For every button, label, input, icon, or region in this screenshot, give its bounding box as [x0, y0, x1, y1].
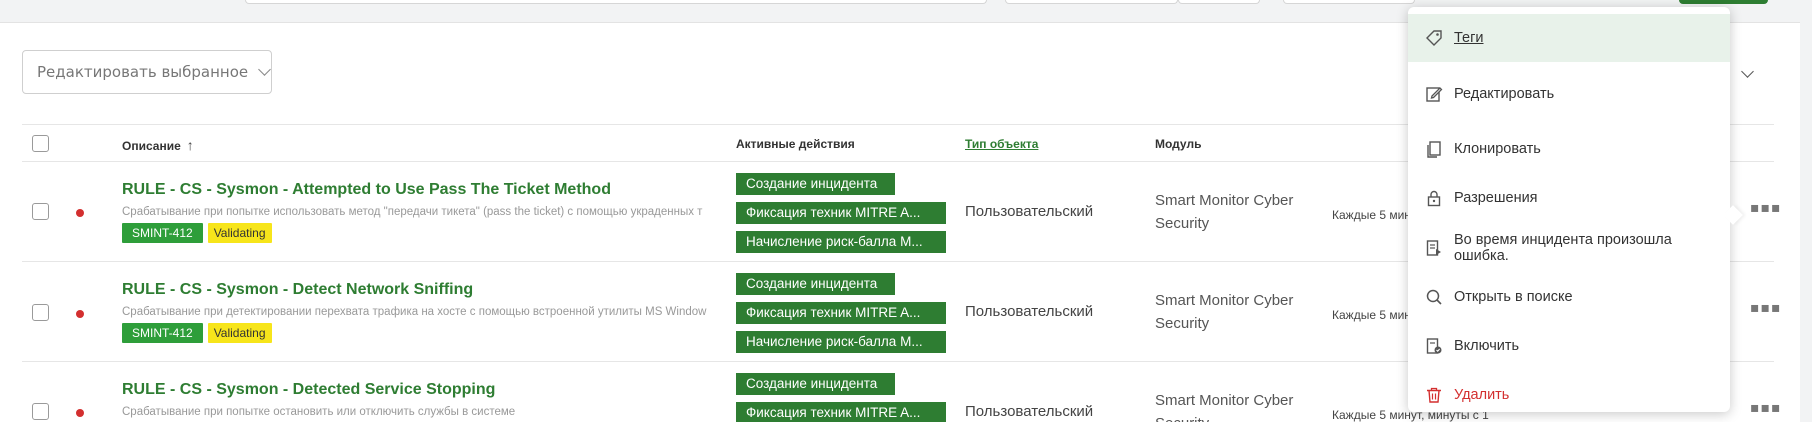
status-dot — [76, 310, 84, 318]
tag-icon — [1424, 28, 1444, 48]
action-badge: Начисление риск-балла M... — [736, 231, 946, 253]
menu-item-label: Разрешения — [1454, 190, 1538, 206]
rule-title[interactable]: RULE - CS - Sysmon - Attempted to Use Pa… — [122, 181, 611, 199]
rule-title[interactable]: RULE - CS - Sysmon - Detected Service St… — [122, 381, 495, 399]
search-icon — [1424, 287, 1444, 307]
menu-item-clone[interactable]: Клонировать — [1408, 125, 1730, 173]
rule-description: Срабатывание при попытке использовать ме… — [122, 206, 703, 218]
tag-badge[interactable]: SMINT-412 — [122, 223, 203, 243]
top-filter-2[interactable] — [1178, 0, 1260, 4]
enable-icon — [1424, 336, 1444, 356]
clone-icon — [1424, 139, 1444, 159]
menu-item-label: Редактировать — [1454, 86, 1555, 102]
menu-item-open-search[interactable]: Открыть в поиске — [1408, 273, 1730, 321]
menu-item-enable[interactable]: Включить — [1408, 322, 1730, 370]
menu-item-delete[interactable]: Удалить — [1408, 371, 1730, 419]
select-all-checkbox[interactable] — [32, 135, 49, 152]
header-object-type[interactable]: Тип объекта — [965, 137, 1038, 151]
module-value: Smart Monitor Cyber Security — [1155, 192, 1294, 232]
menu-item-label: Теги — [1454, 30, 1484, 46]
menu-item-label: Во время инцидента произошла ошибка. — [1453, 232, 1672, 264]
tag-badge[interactable]: SMINT-412 — [122, 323, 203, 343]
menu-item-incident-error[interactable]: Во время инцидента произошла ошибка. — [1408, 224, 1730, 272]
trash-icon — [1424, 385, 1444, 405]
more-actions-icon[interactable]: ▪▪▪ — [1750, 300, 1781, 316]
rule-description: Срабатывание при попытке остановить или … — [122, 406, 516, 418]
chevron-down-icon — [258, 63, 272, 76]
header-description-label: Описание — [122, 139, 181, 153]
chevron-down-icon — [1740, 65, 1754, 78]
sort-ascending-icon: ↑ — [186, 137, 194, 153]
row-checkbox[interactable] — [32, 203, 49, 220]
action-badge: Создание инцидента — [736, 373, 895, 395]
action-badge: Фиксация техник MITRE A... — [736, 402, 946, 422]
edit-icon — [1424, 84, 1444, 104]
rule-title[interactable]: RULE - CS - Sysmon - Detect Network Snif… — [122, 281, 473, 299]
menu-item-edit[interactable]: Редактировать — [1408, 70, 1730, 118]
status-badge[interactable]: Validating — [207, 223, 272, 243]
header-active-actions: Активные действия — [736, 137, 855, 151]
more-actions-icon[interactable]: ▪▪▪ — [1750, 200, 1781, 216]
top-primary-button[interactable] — [1679, 0, 1768, 4]
module-value: Smart Monitor Cyber Security — [1155, 292, 1294, 332]
header-module: Модуль — [1155, 137, 1202, 151]
object-type-value: Пользовательский — [965, 303, 1094, 320]
object-type-value: Пользовательский — [965, 403, 1094, 420]
module-value: Smart Monitor Cyber Security — [1155, 392, 1294, 422]
menu-item-permissions[interactable]: Разрешения — [1408, 174, 1730, 222]
object-type-value: Пользовательский — [965, 203, 1094, 220]
lock-icon — [1424, 188, 1444, 208]
more-actions-icon[interactable]: ▪▪▪ — [1750, 400, 1781, 416]
menu-item-label: Открыть в поиске — [1454, 289, 1573, 305]
top-filter-3[interactable] — [1283, 0, 1415, 4]
edit-selected-label: Редактировать выбранное — [37, 63, 249, 81]
status-dot — [76, 409, 84, 417]
row-checkbox[interactable] — [32, 304, 49, 321]
rule-description: Срабатывание при детектировании перехват… — [122, 306, 707, 318]
top-search-field[interactable] — [245, 0, 987, 4]
status-badge[interactable]: Validating — [207, 323, 272, 343]
edit-selected-dropdown[interactable]: Редактировать выбранное — [22, 50, 272, 94]
action-badge: Фиксация техник MITRE A... — [736, 302, 946, 324]
header-description[interactable]: Описание ↑ — [122, 137, 194, 153]
top-filter-1[interactable] — [1005, 0, 1178, 4]
menu-item-label: Удалить — [1454, 387, 1510, 403]
menu-item-label: Включить — [1454, 338, 1520, 354]
schedule-value: Каждые 5 мину — [1332, 208, 1417, 222]
action-badge: Создание инцидента — [736, 173, 895, 195]
action-badge: Создание инцидента — [736, 273, 895, 295]
row-checkbox[interactable] — [32, 403, 49, 420]
menu-item-label: Клонировать — [1454, 141, 1541, 157]
incident-log-icon — [1424, 238, 1444, 258]
action-badge: Начисление риск-балла M... — [736, 331, 946, 353]
menu-item-tags[interactable]: Теги — [1408, 14, 1730, 62]
schedule-value: Каждые 5 мин — [1332, 308, 1411, 322]
row-context-menu: Теги Редактировать Клонировать Разрешени… — [1408, 7, 1743, 412]
action-badge: Фиксация техник MITRE A... — [736, 202, 946, 224]
status-dot — [76, 209, 84, 217]
